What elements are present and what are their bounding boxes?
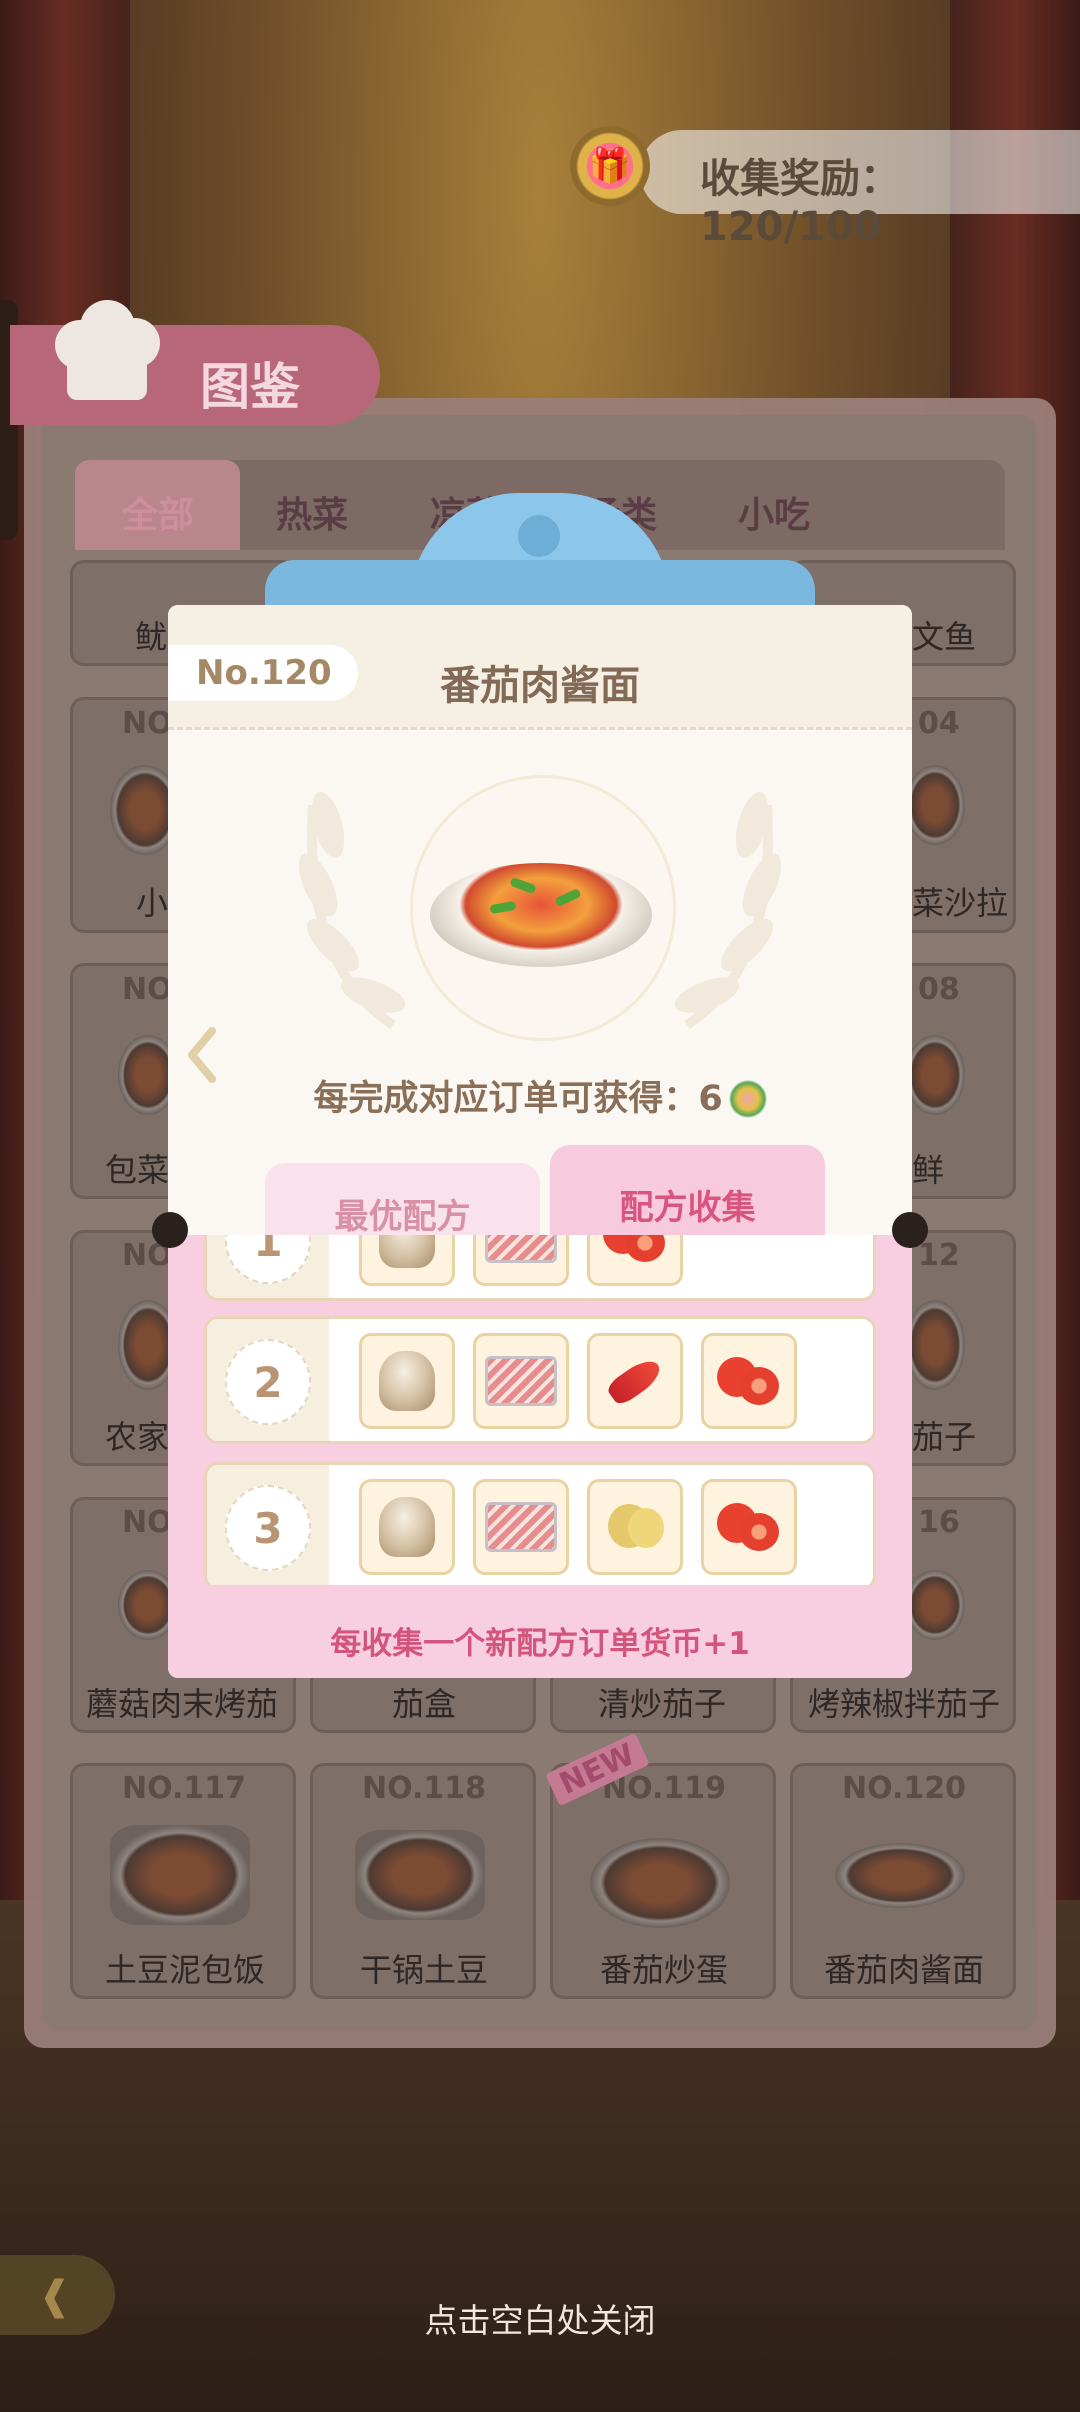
dish-icon (110, 1825, 250, 1925)
grid-fragment: 小 (136, 884, 169, 922)
recipe-row[interactable]: 3 (204, 1462, 876, 1585)
grid-card-no: NO.120 (842, 1771, 966, 1806)
recipe-number: 2 (225, 1339, 311, 1425)
grid-fragment: 包菜 (105, 1151, 170, 1189)
coin-icon (728, 1080, 767, 1118)
dish-icon (905, 1035, 965, 1115)
meat-icon (473, 1479, 569, 1575)
tomato-icon (701, 1333, 797, 1429)
tomato-icon (701, 1479, 797, 1575)
grid-fragment: 菜沙拉 (912, 884, 1009, 922)
clipboard-clip-hole (518, 515, 560, 557)
gift-icon: 🎁 (570, 126, 650, 206)
grid-card-name: 番茄肉酱面 (824, 1951, 985, 1989)
grid-card-no: NO.117 (122, 1771, 246, 1806)
grid-fragment: NO (122, 972, 173, 1007)
modal-punch-hole (152, 1212, 188, 1248)
grid-card-name: 茄盒 (392, 1685, 457, 1723)
grid-fragment: 农家 (105, 1418, 170, 1456)
recipe-list[interactable]: 1 2 3 (204, 1235, 876, 1585)
laurel-left-icon (298, 791, 406, 1030)
grid-card-name: 蘑菇肉末烤茄 (86, 1685, 279, 1723)
grid-fragment: 鱿 (135, 618, 168, 656)
dish-icon (905, 1300, 965, 1390)
chili-icon (587, 1333, 683, 1429)
dish-title: 番茄肉酱面 (440, 663, 640, 709)
grid-card-name: 干锅土豆 (360, 1951, 489, 1989)
flour-icon (359, 1333, 455, 1429)
chef-hat-icon (45, 300, 165, 410)
grid-fragment: 08 (918, 972, 960, 1007)
grid-card-no: NO.118 (362, 1771, 486, 1806)
order-reward-line: 每完成对应订单可获得：6 (168, 1070, 912, 1121)
dish-icon (835, 1843, 965, 1908)
grid-card-name: 土豆泥包饭 (105, 1951, 266, 1989)
close-hint[interactable]: 点击空白处关闭 (0, 2294, 1080, 2342)
grid-fragment: 04 (918, 706, 960, 741)
collection-footer-text: 每收集一个新配方订单货币+1 (330, 1626, 750, 1662)
collect-reward-bar[interactable]: 🎁 收集奖励：120/100 (570, 126, 1080, 250)
grid-fragment: 12 (918, 1238, 960, 1273)
codex-tab-snack[interactable]: 小吃 (738, 486, 810, 538)
modal-punch-hole (892, 1212, 928, 1248)
tomato-meat-sauce-noodle-icon (430, 863, 652, 967)
recipe-row[interactable]: 2 (204, 1316, 876, 1444)
dish-icon (905, 765, 965, 845)
codex-tab-hot[interactable]: 热菜 (276, 486, 348, 538)
dish-icon (905, 1570, 965, 1640)
grid-fragment: 16 (918, 1505, 960, 1540)
meat-icon (473, 1333, 569, 1429)
order-reward-text: 每完成对应订单可获得：6 (313, 1079, 723, 1119)
collect-reward-label: 收集奖励：120/100 (700, 156, 900, 250)
recipe-number: 3 (225, 1485, 311, 1571)
recipe-detail-modal: No.120 番茄肉酱面 每完成对应订单可获得：6 最优配方 配方收集 1 2 … (168, 605, 912, 1678)
grid-card-name: 番茄炒蛋 (600, 1951, 729, 1989)
dish-icon (590, 1838, 730, 1928)
recipe-list-area: 1 2 3 每收集一个新配方订单货币+1 (168, 1235, 912, 1678)
grid-fragment: NO (122, 1505, 173, 1540)
flour-icon (359, 1235, 455, 1286)
grid-fragment: NO (122, 706, 173, 741)
grid-fragment: 茄子 (912, 1418, 977, 1456)
tomato-icon (587, 1235, 683, 1286)
codex-title: 图鉴 (200, 358, 300, 416)
recipe-row[interactable]: 1 (204, 1235, 876, 1301)
grid-fragment: 鲜 (912, 1151, 945, 1189)
laurel-right-icon (674, 791, 782, 1030)
flour-icon (359, 1479, 455, 1575)
dish-icon (355, 1830, 485, 1920)
grid-fragment: 文鱼 (912, 618, 977, 656)
grid-card-name: 清炒茄子 (598, 1685, 727, 1723)
potato-icon (587, 1479, 683, 1575)
grid-card-name: 烤辣椒拌茄子 (808, 1685, 1001, 1723)
codex-tab-all[interactable]: 全部 (122, 486, 194, 538)
modal-header: No.120 番茄肉酱面 (168, 605, 912, 730)
meat-icon (473, 1235, 569, 1286)
